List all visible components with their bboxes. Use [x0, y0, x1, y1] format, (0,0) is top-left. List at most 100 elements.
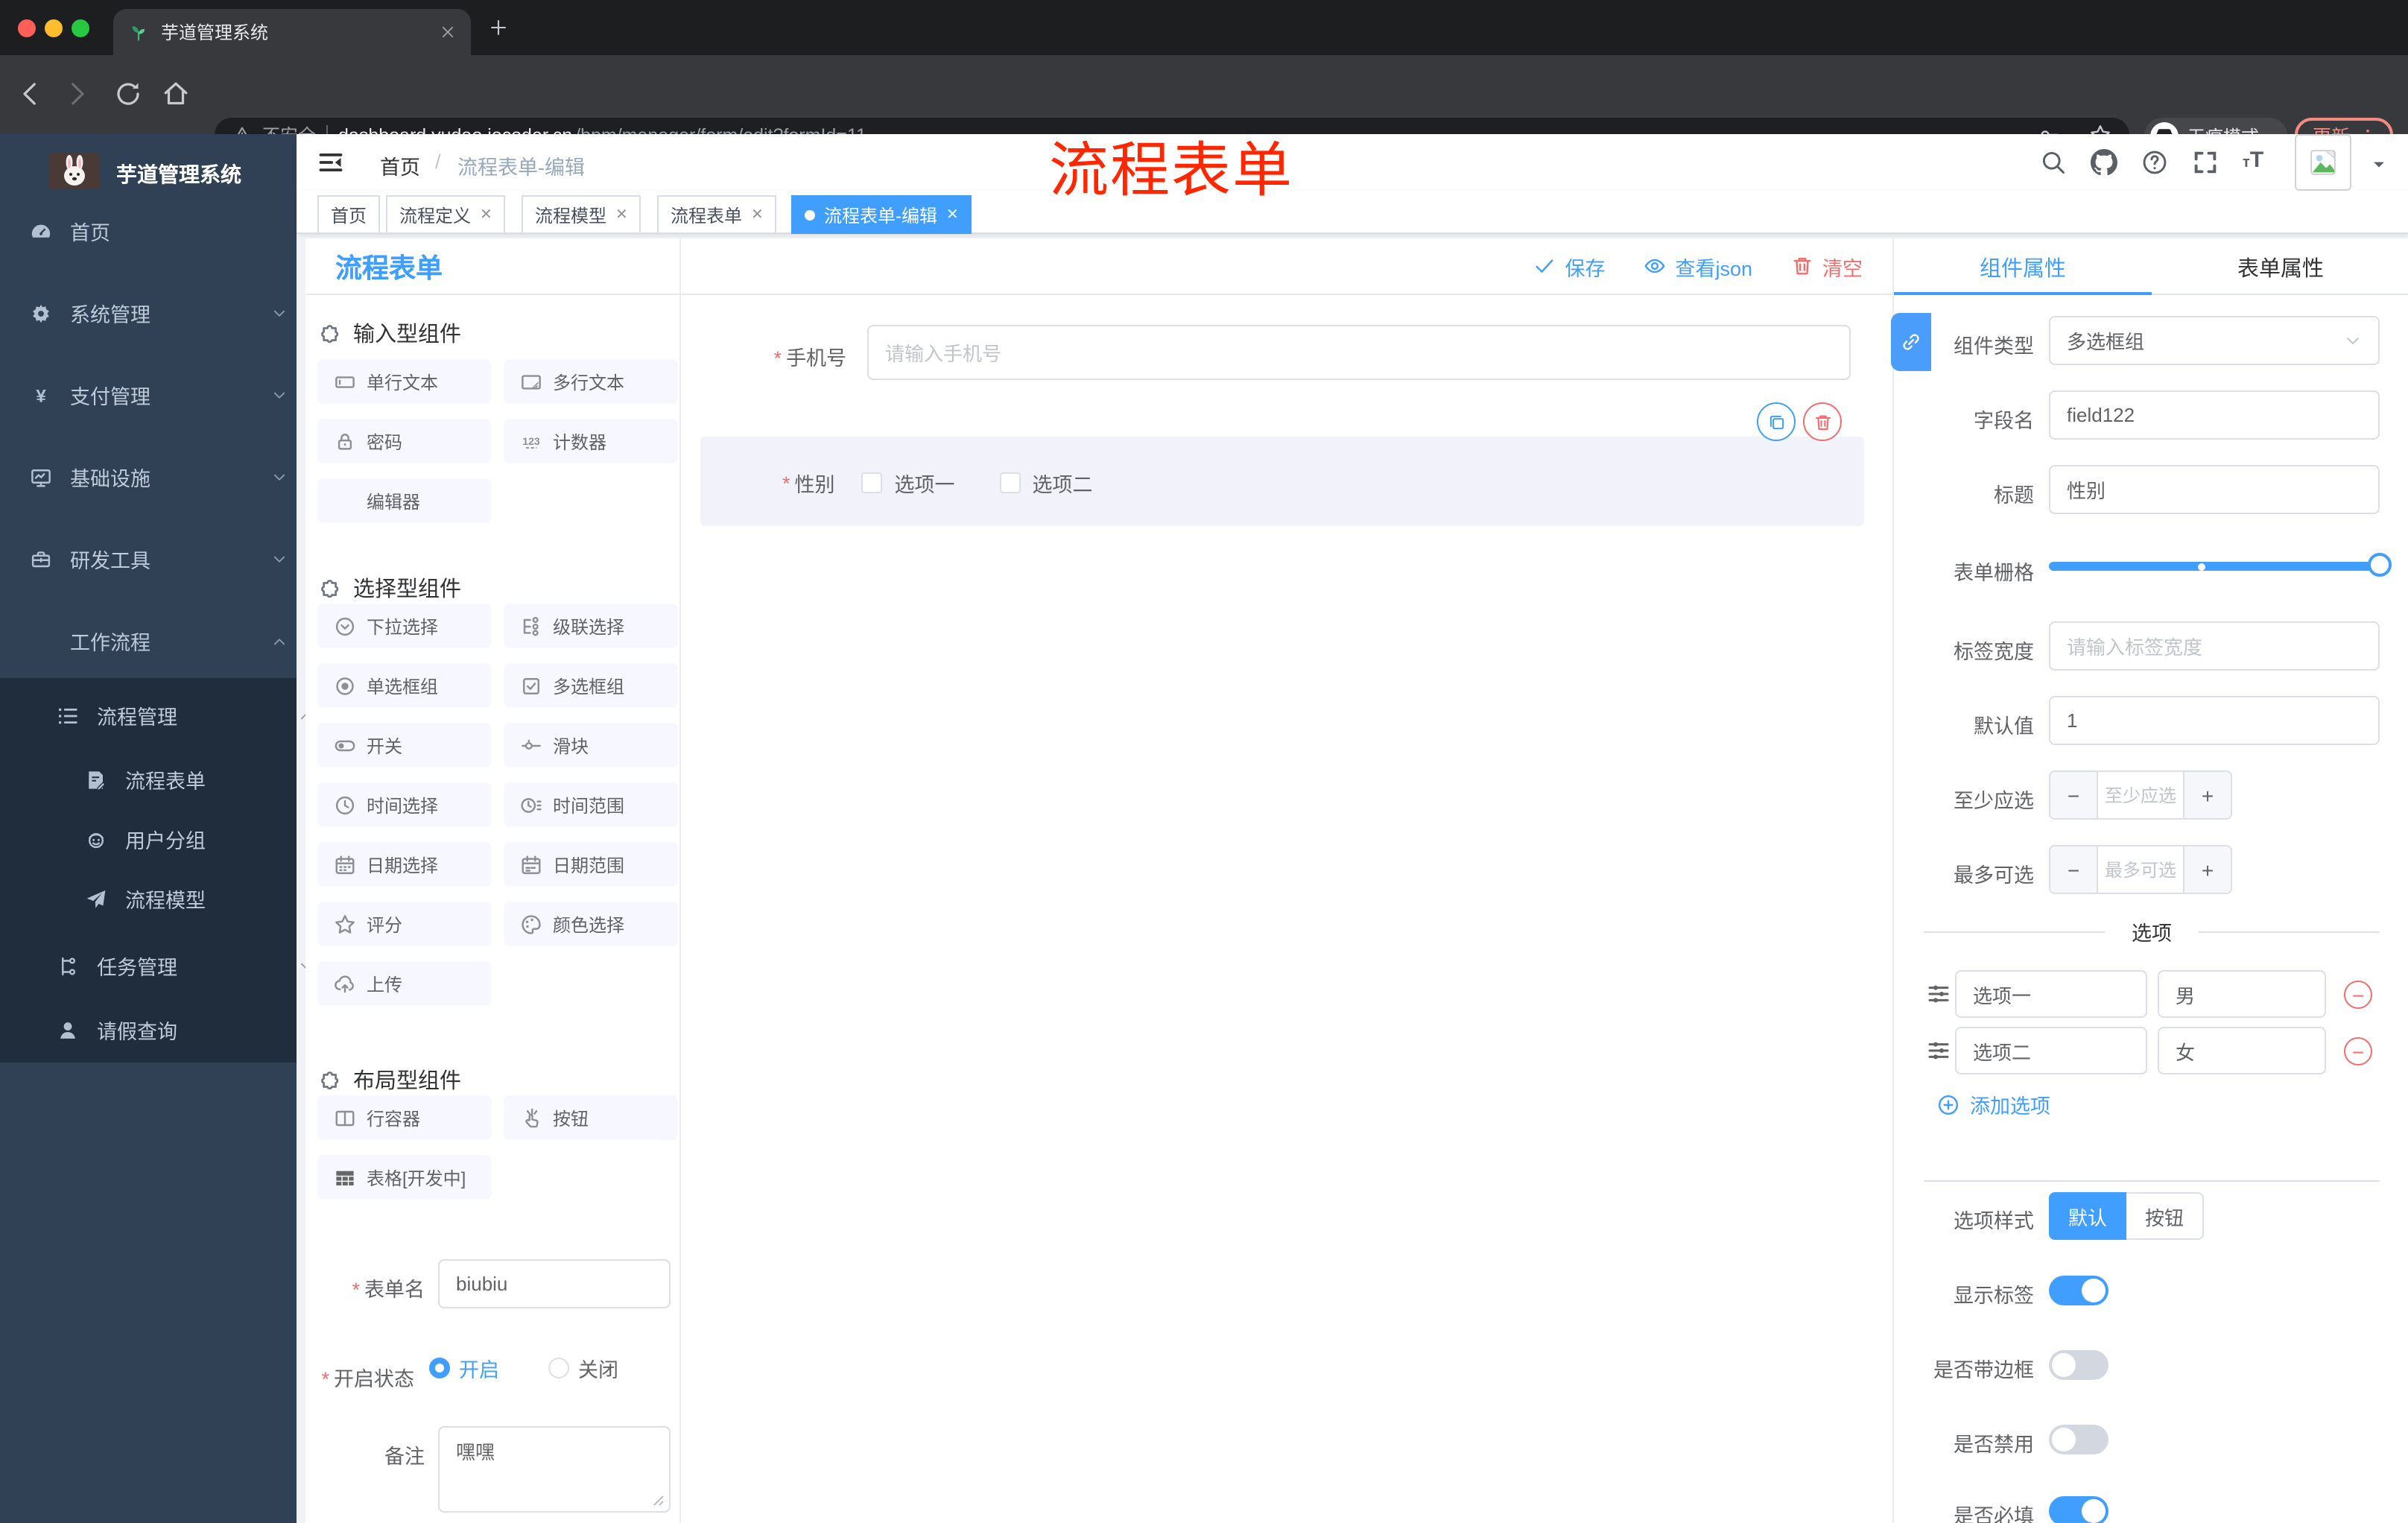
traffic-zoom-button[interactable] [72, 19, 89, 37]
style-button-button[interactable]: 按钮 [2126, 1192, 2204, 1240]
stepper-value[interactable]: 至少应选 [2098, 772, 2183, 818]
component-chip-date-range[interactable]: 日期范围 [504, 842, 678, 887]
option-name-input[interactable]: 选项二 [1955, 1027, 2147, 1074]
component-chip-slider[interactable]: 滑块 [504, 723, 678, 767]
sidebar-item-home[interactable]: 首页 [0, 194, 326, 268]
sidebar-collapse-icon[interactable] [317, 149, 344, 176]
sidebar-item-devtools[interactable]: 研发工具 [0, 522, 326, 596]
view-json-button[interactable]: 查看json [1644, 251, 1752, 281]
option-value-input[interactable]: 女 [2158, 1027, 2326, 1074]
sidebar-item-payment[interactable]: ¥ 支付管理 [0, 358, 326, 432]
github-icon[interactable] [2091, 149, 2117, 176]
tag-close-icon[interactable]: ✕ [615, 206, 628, 223]
component-chip-color-picker[interactable]: 颜色选择 [504, 902, 678, 946]
component-chip-date-picker[interactable]: 日期选择 [317, 842, 492, 887]
fullscreen-icon[interactable] [2192, 149, 2219, 176]
required-toggle[interactable] [2049, 1496, 2108, 1523]
style-default-button[interactable]: 默认 [2049, 1192, 2126, 1240]
reload-icon[interactable] [113, 79, 143, 109]
clear-button[interactable]: 清空 [1791, 251, 1863, 281]
component-chip-button[interactable]: 按钮 [504, 1095, 678, 1140]
checkbox-option1[interactable] [861, 472, 883, 493]
component-chip-editor[interactable]: 编辑器 [317, 478, 492, 523]
label-width-input[interactable]: 请输入标签宽度 [2049, 621, 2380, 671]
browser-tab[interactable]: 芋道管理系统 [113, 9, 471, 55]
min-select-stepper[interactable]: − 至少应选 + [2049, 770, 2232, 820]
sidebar-item-leave-query[interactable]: 请假查询 [0, 997, 353, 1063]
border-toggle[interactable] [2049, 1350, 2108, 1380]
option-name-input[interactable]: 选项一 [1955, 970, 2147, 1018]
component-chip-radio-group[interactable]: 单选框组 [317, 663, 492, 708]
drag-handle-icon[interactable] [1927, 1039, 1951, 1063]
stepper-value[interactable]: 最多可选 [2098, 846, 2183, 893]
component-chip-dropdown[interactable]: 下拉选择 [317, 604, 492, 648]
component-chip-counter[interactable]: 123 计数器 [504, 419, 678, 463]
default-value-input[interactable]: 1 [2049, 696, 2380, 745]
grid-slider-track[interactable] [2049, 562, 2383, 571]
status-radio-off[interactable]: 关闭 [548, 1353, 618, 1383]
tag-process-form[interactable]: 流程表单 ✕ [657, 195, 777, 234]
tag-process-model[interactable]: 流程模型 ✕ [522, 195, 641, 234]
component-chip-rate[interactable]: 评分 [317, 902, 492, 946]
drag-handle-icon[interactable] [1927, 982, 1951, 1006]
minus-button[interactable]: − [2050, 846, 2098, 893]
resize-grip-icon[interactable] [650, 1492, 665, 1507]
avatar[interactable] [2295, 134, 2351, 191]
disabled-toggle[interactable] [2049, 1425, 2108, 1454]
home-icon[interactable] [161, 79, 191, 109]
component-chip-checkbox-group[interactable]: 多选框组 [504, 663, 678, 708]
show-label-toggle[interactable] [2049, 1276, 2108, 1305]
sidebar-item-infra[interactable]: 基础设施 [0, 440, 326, 514]
tab-close-icon[interactable] [440, 24, 456, 40]
new-tab-icon[interactable] [489, 18, 508, 37]
grid-slider-handle[interactable] [2368, 553, 2392, 577]
help-icon[interactable] [2141, 149, 2168, 176]
breadcrumb-home[interactable]: 首页 [380, 151, 420, 180]
component-chip-time-picker[interactable]: 时间选择 [317, 782, 492, 827]
tag-home[interactable]: 首页 [317, 195, 381, 234]
component-chip-switch[interactable]: 开关 [317, 723, 492, 767]
selected-gender-component[interactable]: * 性别 选项一 选项二 [700, 437, 1864, 526]
field-name-input[interactable]: field122 [2049, 390, 2380, 440]
delete-component-button[interactable] [1803, 402, 1842, 441]
max-select-stepper[interactable]: − 最多可选 + [2049, 845, 2232, 894]
sidebar-item-process-mgmt[interactable]: 流程管理 [0, 678, 353, 753]
component-chip-upload[interactable]: 上传 [317, 961, 492, 1006]
tag-close-icon[interactable]: ✕ [946, 206, 959, 223]
tag-close-icon[interactable]: ✕ [751, 206, 764, 223]
component-chip-single-text[interactable]: 单行文本 [317, 359, 492, 404]
remove-option-icon[interactable]: − [2344, 1037, 2372, 1066]
font-size-icon[interactable]: тT [2243, 148, 2263, 173]
title-input[interactable]: 性别 [2049, 465, 2380, 514]
add-option-button[interactable]: 添加选项 [1937, 1089, 2050, 1119]
component-chip-cascader[interactable]: 级联选择 [504, 604, 678, 648]
back-icon[interactable] [15, 79, 45, 109]
forward-icon[interactable] [63, 79, 92, 109]
remark-textarea[interactable]: 嘿嘿 [438, 1426, 671, 1513]
form-name-input[interactable]: biubiu [438, 1259, 671, 1308]
component-chip-table[interactable]: 表格[开发中] [317, 1155, 492, 1200]
avatar-caret-icon[interactable] [2371, 156, 2387, 173]
tab-form-props[interactable]: 表单属性 [2152, 238, 2408, 295]
tag-process-form-edit-active[interactable]: 流程表单-编辑 ✕ [791, 195, 972, 234]
tab-component-props[interactable]: 组件属性 [1894, 238, 2152, 295]
component-chip-multi-text[interactable]: 多行文本 [504, 359, 678, 404]
remove-option-icon[interactable]: − [2344, 981, 2372, 1009]
component-chip-row-container[interactable]: 行容器 [317, 1095, 492, 1140]
component-type-select[interactable]: 多选框组 [2049, 316, 2380, 365]
component-chip-password[interactable]: 密码 [317, 419, 492, 463]
plus-button[interactable]: + [2183, 846, 2231, 893]
search-icon[interactable] [2040, 149, 2067, 176]
sidebar-item-task-mgmt[interactable]: 任务管理 [0, 928, 353, 1003]
minus-button[interactable]: − [2050, 772, 2098, 818]
sidebar-item-workflow[interactable]: 工作流程 [0, 604, 326, 678]
sidebar-item-system[interactable]: 系统管理 [0, 276, 326, 350]
tag-close-icon[interactable]: ✕ [480, 206, 492, 223]
option-value-input[interactable]: 男 [2158, 970, 2326, 1018]
tag-process-definition[interactable]: 流程定义 ✕ [386, 195, 506, 234]
copy-component-button[interactable] [1757, 402, 1796, 441]
status-radio-on[interactable]: 开启 [429, 1353, 499, 1383]
phone-input[interactable]: 请输入手机号 [867, 325, 1851, 380]
traffic-minimize-button[interactable] [45, 19, 63, 37]
checkbox-option2[interactable] [999, 472, 1021, 493]
